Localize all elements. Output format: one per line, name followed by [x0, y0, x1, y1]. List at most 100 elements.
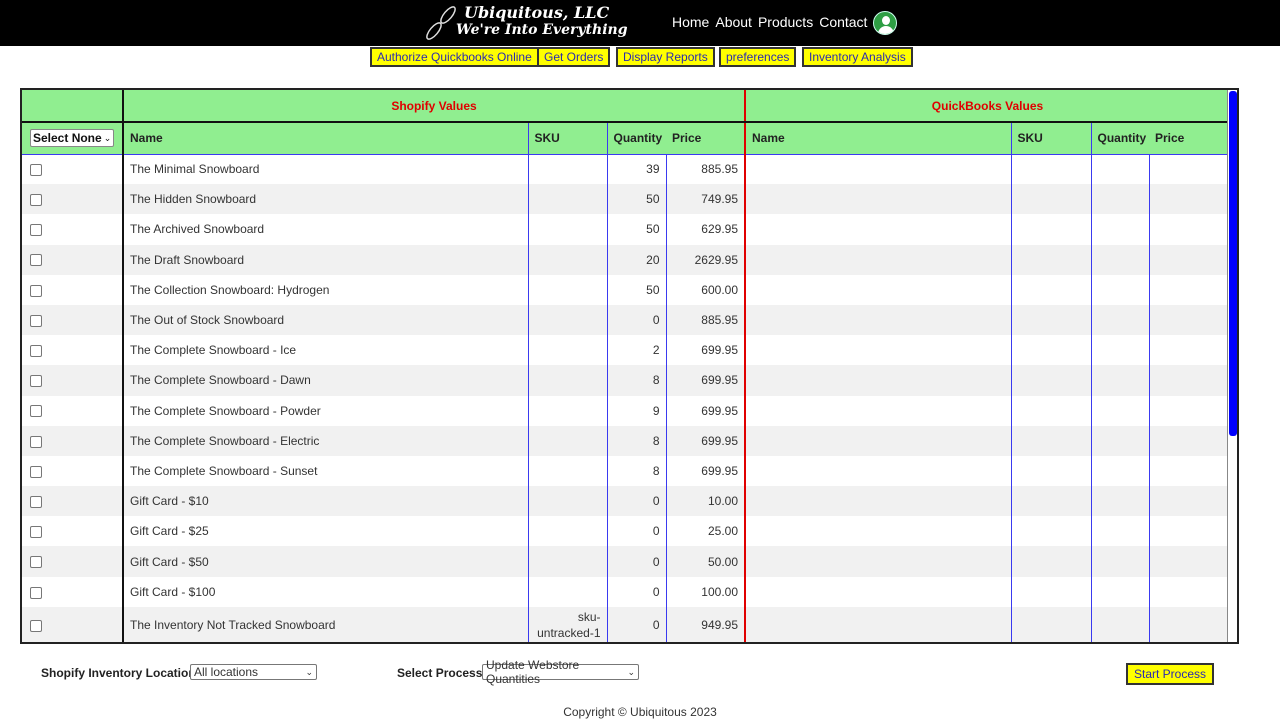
cell-qb-quantity [1090, 184, 1149, 215]
select-process-dropdown[interactable]: Update Webstore Quantities ⌄ [482, 658, 639, 686]
cell-shopify-sku [527, 516, 607, 547]
sku-part: untracked-1 [537, 625, 601, 640]
cell-shopify-quantity: 50 [606, 274, 666, 305]
table-row: The Complete Snowboard - Powder 9 699.95 [22, 395, 1229, 426]
row-checkbox[interactable] [30, 465, 42, 478]
cell-qb-quantity [1090, 244, 1149, 275]
row-checkbox[interactable] [30, 314, 42, 327]
cell-qb-name [744, 365, 1011, 396]
company-logo[interactable]: Ubiquitous, LLC We're Into Everything [420, 2, 628, 44]
cell-shopify-sku [527, 304, 607, 336]
cell-shopify-name: Gift Card - $25 [123, 516, 528, 547]
row-checkbox[interactable] [30, 375, 42, 388]
row-checkbox[interactable] [30, 405, 42, 418]
cell-qb-quantity [1090, 304, 1149, 336]
inventory-location-select[interactable]: All locations ⌄ [190, 664, 317, 680]
row-select-cell [22, 486, 124, 517]
row-checkbox[interactable] [30, 254, 42, 267]
cell-shopify-name: The Complete Snowboard - Powder [123, 395, 528, 426]
table-scrollbar[interactable] [1227, 90, 1237, 642]
cell-qb-name [744, 274, 1011, 305]
start-process-button[interactable]: Start Process [1126, 663, 1215, 685]
chevron-down-icon: ⌄ [103, 132, 112, 143]
cell-shopify-quantity: 0 [606, 606, 666, 642]
cell-shopify-quantity: 50 [606, 184, 666, 215]
table-row: Gift Card - $50 0 50.00 [22, 546, 1229, 577]
user-avatar-icon[interactable] [873, 11, 897, 35]
col-shopify-name: Name [123, 122, 528, 155]
cell-qb-name [744, 546, 1011, 577]
cell-qb-sku [1010, 214, 1091, 245]
row-checkbox[interactable] [30, 345, 42, 358]
cell-qb-quantity [1090, 335, 1149, 366]
row-select-cell [22, 425, 124, 456]
cell-shopify-quantity: 0 [606, 486, 666, 517]
inventory-table-container: Shopify Values QuickBooks Values Select … [20, 88, 1239, 644]
cell-shopify-name: The Collection Snowboard: Hydrogen [123, 274, 528, 305]
row-checkbox[interactable] [30, 556, 42, 569]
avatar-body [878, 26, 894, 34]
row-select-cell [22, 576, 124, 607]
cell-shopify-price: 100.00 [665, 576, 745, 607]
get-orders-button[interactable]: Get Orders [537, 47, 611, 67]
table-row: The Complete Snowboard - Dawn 8 699.95 [22, 365, 1229, 396]
cell-qb-price [1148, 214, 1229, 245]
cell-shopify-price: 699.95 [665, 455, 745, 487]
cell-qb-price [1148, 335, 1229, 366]
chevron-down-icon: ⌄ [305, 666, 313, 677]
cell-qb-price [1148, 154, 1229, 185]
table-row: The Complete Snowboard - Sunset 8 699.95 [22, 455, 1229, 487]
cell-qb-name [744, 395, 1011, 426]
cell-shopify-name: The Complete Snowboard - Sunset [123, 455, 528, 487]
cell-qb-sku [1010, 395, 1091, 426]
logo-tagline: We're Into Everything [456, 22, 628, 38]
scrollbar-thumb[interactable] [1229, 91, 1237, 436]
row-checkbox[interactable] [30, 586, 42, 599]
footer-copyright: Copyright © Ubiquitous 2023 [563, 705, 717, 719]
authorize-quickbooks-button[interactable]: Authorize Quickbooks Online [370, 47, 539, 67]
cell-qb-sku [1010, 606, 1091, 642]
cell-shopify-price: 949.95 [665, 606, 745, 642]
cell-qb-quantity [1090, 455, 1149, 487]
cell-shopify-quantity: 0 [606, 576, 666, 607]
select-none-dropdown[interactable]: Select None ⌄ [30, 129, 115, 148]
display-reports-button[interactable]: Display Reports [616, 47, 715, 67]
row-checkbox[interactable] [30, 526, 42, 539]
cell-qb-sku [1010, 546, 1091, 577]
nav-home-link[interactable]: Home [672, 14, 709, 30]
group-header-blank [22, 90, 124, 123]
cell-qb-name [744, 606, 1011, 642]
cell-qb-sku [1010, 455, 1091, 487]
cell-shopify-name: The Complete Snowboard - Electric [123, 425, 528, 456]
row-checkbox[interactable] [30, 435, 42, 448]
row-checkbox[interactable] [30, 164, 42, 177]
inventory-analysis-button[interactable]: Inventory Analysis [802, 47, 913, 67]
cell-qb-quantity [1090, 395, 1149, 426]
cell-qb-sku [1010, 154, 1091, 185]
cell-shopify-sku [527, 395, 607, 426]
cell-qb-quantity [1090, 546, 1149, 577]
row-checkbox[interactable] [30, 495, 42, 508]
cell-shopify-quantity: 8 [606, 455, 666, 487]
cell-qb-price [1148, 486, 1229, 517]
cell-shopify-name: The Inventory Not Tracked Snowboard [123, 606, 528, 642]
cell-qb-price [1148, 516, 1229, 547]
row-checkbox[interactable] [30, 284, 42, 297]
row-checkbox[interactable] [30, 194, 42, 207]
nav-about-link[interactable]: About [715, 14, 752, 30]
cell-shopify-sku [527, 546, 607, 577]
nav-contact-link[interactable]: Contact [819, 14, 867, 30]
row-checkbox[interactable] [30, 619, 42, 632]
cell-qb-name [744, 425, 1011, 456]
group-header-row: Shopify Values QuickBooks Values [22, 90, 1229, 123]
nav-products-link[interactable]: Products [758, 14, 813, 30]
row-checkbox[interactable] [30, 224, 42, 237]
cell-qb-price [1148, 304, 1229, 336]
cell-qb-price [1148, 455, 1229, 487]
cell-shopify-quantity: 2 [606, 335, 666, 366]
cell-shopify-price: 50.00 [665, 546, 745, 577]
cell-qb-quantity [1090, 154, 1149, 185]
preferences-button[interactable]: preferences [719, 47, 797, 67]
quickbooks-values-header: QuickBooks Values [744, 90, 1229, 123]
row-select-cell [22, 154, 124, 185]
